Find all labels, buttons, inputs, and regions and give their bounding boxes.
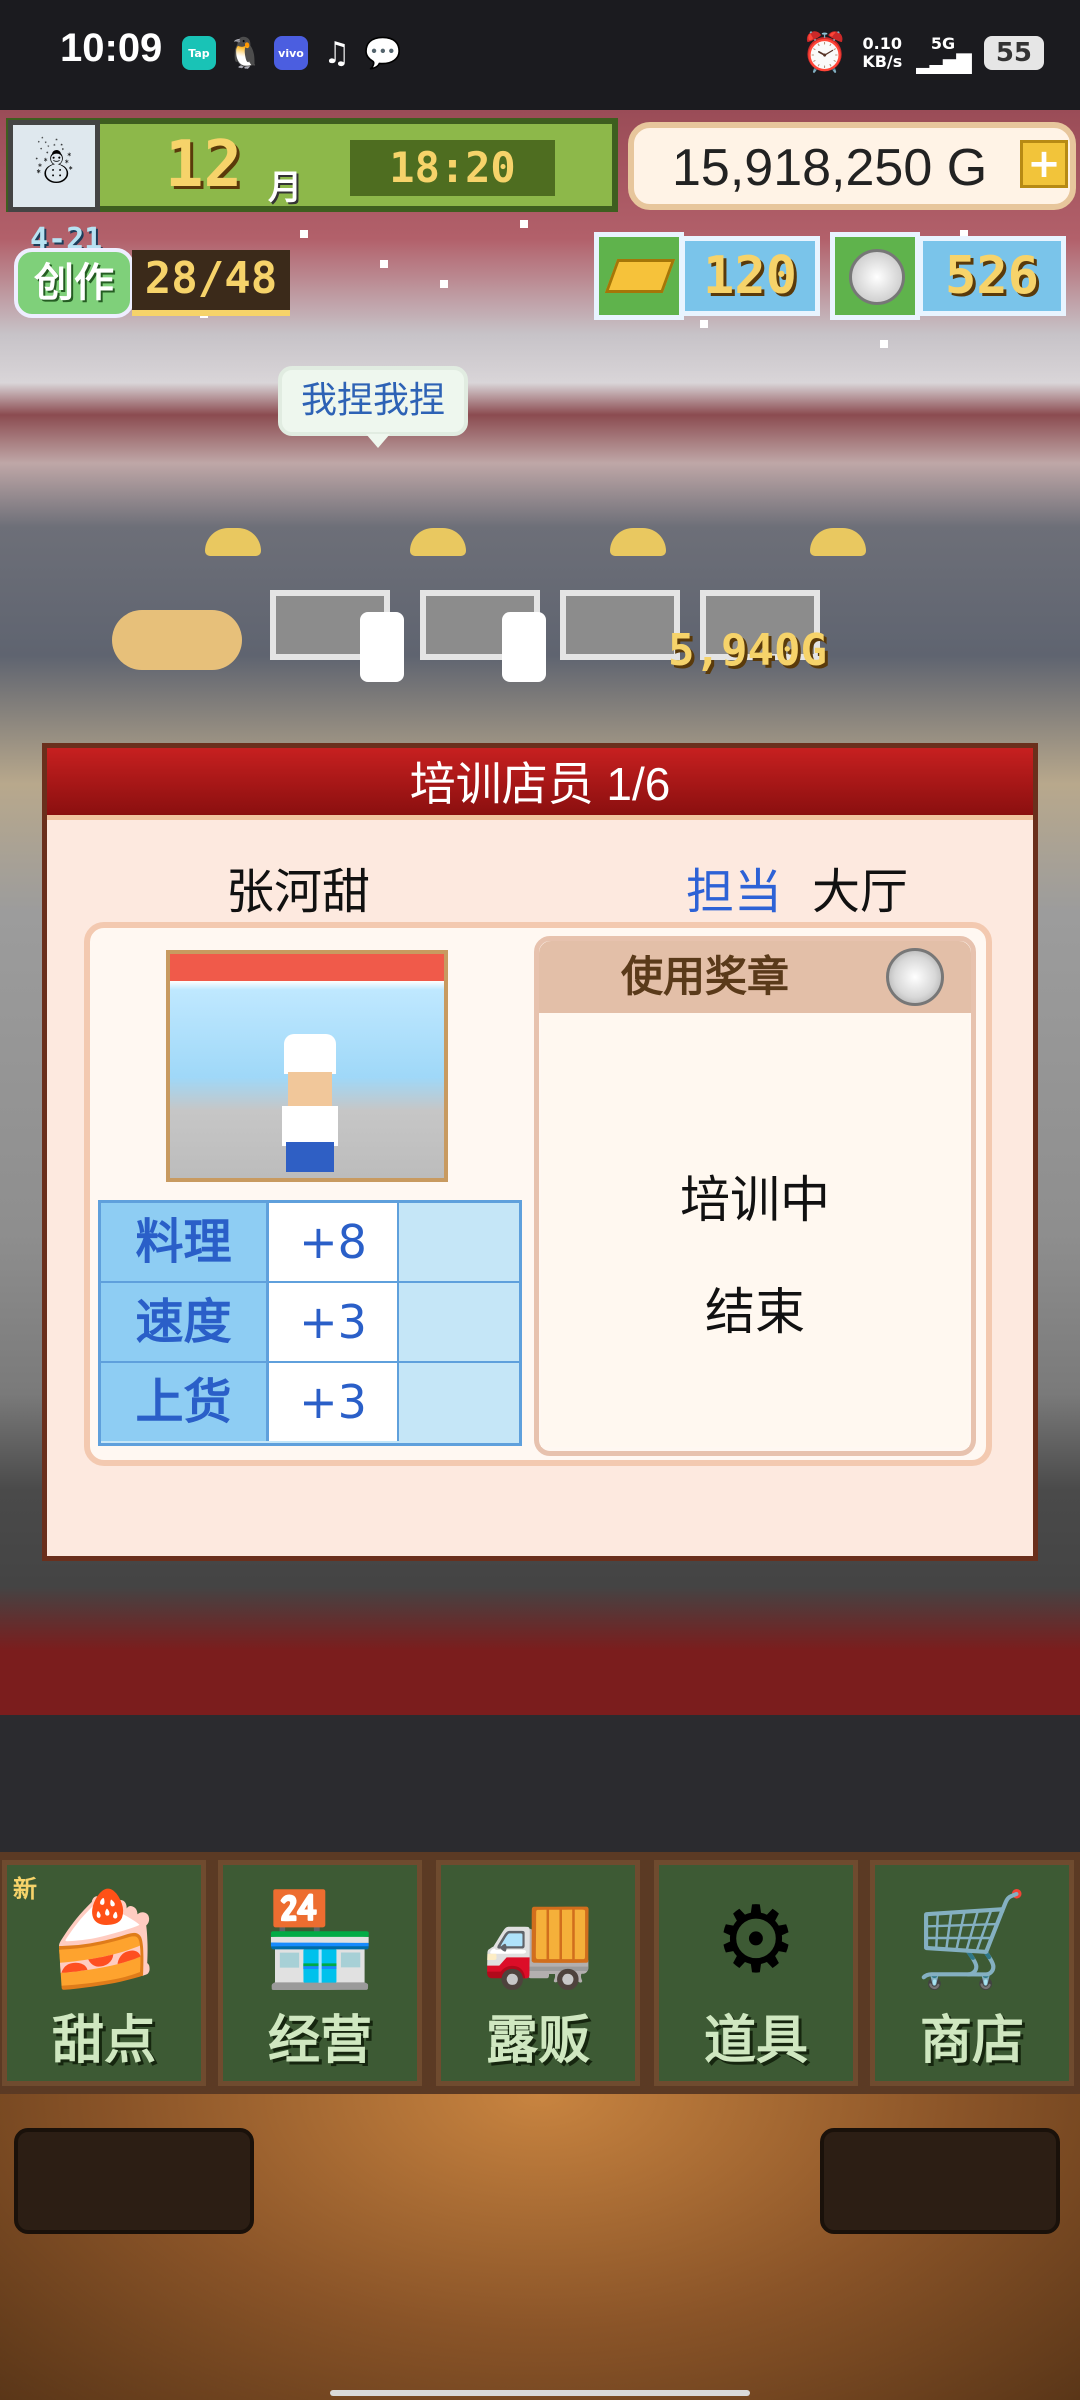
footer-left-button[interactable]: [14, 2128, 254, 2234]
stat-row-cooking: 料理 +8: [101, 1203, 519, 1283]
footer-right-button[interactable]: [820, 2128, 1060, 2234]
stat-name: 速度: [101, 1283, 269, 1361]
earnings-popup: 5,940G: [668, 625, 827, 676]
nav-label: 露贩: [485, 2011, 590, 2071]
qq-app-icon: 🐧: [226, 35, 264, 71]
wechat-app-icon: 💬: [364, 35, 402, 71]
staff-name: 张河甜: [226, 864, 371, 920]
status-bar: 10:09 Tap 🐧 vivo ♫ 💬 ⏰ 0.10 KB/s 5G ▂▃▅▇…: [0, 0, 1080, 110]
nav-store[interactable]: 🛒 商店: [870, 1860, 1074, 2086]
stat-name: 料理: [101, 1203, 269, 1281]
gear-bag-icon: ⚙: [714, 1886, 798, 1993]
stat-row-restock: 上货 +3: [101, 1363, 519, 1443]
nav-management[interactable]: 🏪 经营: [218, 1860, 422, 2086]
cake-icon: 🍰: [46, 1886, 162, 1993]
medal-count: 526: [918, 236, 1066, 316]
medal-icon: [886, 948, 944, 1006]
home-indicator[interactable]: [330, 2390, 750, 2396]
alarm-icon: ⏰: [800, 30, 849, 74]
stat-value: +3: [269, 1363, 399, 1441]
chef-character-icon: [502, 612, 546, 682]
status-right: ⏰ 0.10 KB/s 5G ▂▃▅▇ 55: [801, 30, 1044, 75]
nav-items[interactable]: ⚙ 道具: [654, 1860, 858, 2086]
finish-button[interactable]: 结束: [541, 1272, 969, 1344]
chef-character-icon: [360, 612, 404, 682]
gold-bar-count: 120: [680, 236, 820, 316]
stat-name: 上货: [101, 1363, 269, 1441]
money-value: 15,918,250 G: [672, 139, 988, 197]
shopping-cart-icon: 🛒: [914, 1886, 1030, 1993]
gold-bar-icon: [594, 232, 684, 320]
assignment-value: 大厅: [812, 864, 909, 920]
net-speed: 0.10 KB/s: [862, 33, 903, 71]
speech-bubble: 我捏我捏: [278, 366, 468, 448]
training-status: 培训中: [680, 1171, 830, 1229]
stat-row-speed: 速度 +3: [101, 1283, 519, 1363]
stat-value: +3: [269, 1283, 399, 1361]
battery-icon: 55: [983, 35, 1044, 70]
stat-table: 料理 +8 速度 +3 上货 +3: [98, 1200, 522, 1446]
add-money-button[interactable]: +: [1020, 140, 1068, 188]
net-speed-value: 0.10: [862, 33, 903, 53]
medal-coin-icon: [830, 232, 920, 320]
nav-desserts[interactable]: 新 🍰 甜点: [2, 1860, 206, 2086]
new-badge: 新: [13, 1875, 37, 1903]
nav-label: 商店: [919, 2011, 1024, 2071]
bread-display-icon: [112, 610, 242, 670]
food-truck-icon: 🚚: [480, 1886, 596, 1993]
signal-icon: 5G ▂▃▅▇: [916, 33, 972, 74]
month-value: 12: [165, 128, 243, 202]
create-label[interactable]: 创作: [14, 248, 134, 318]
nav-food-truck[interactable]: 🚚 露贩: [436, 1860, 640, 2086]
month-unit: 月: [268, 168, 302, 208]
snowman-avatar-icon[interactable]: ☃: [8, 120, 100, 212]
game-clock: 18:20: [350, 140, 555, 196]
staff-portrait: [166, 950, 448, 1182]
nav-label: 经营: [267, 2011, 372, 2071]
stat-value: +8: [269, 1203, 399, 1281]
create-count: 28/48: [132, 250, 290, 316]
vivo-app-icon: vivo: [274, 36, 308, 70]
shop-building-icon: 🏪: [262, 1886, 378, 1993]
nav-label: 道具: [703, 2011, 808, 2071]
dialog-title: 培训店员 1/6: [47, 748, 1033, 820]
nav-label: 甜点: [51, 2011, 156, 2071]
tiktok-app-icon: ♫: [323, 35, 351, 71]
display-case: [560, 590, 680, 660]
net-speed-unit: KB/s: [862, 51, 903, 71]
tap-app-icon: Tap: [182, 36, 216, 70]
status-time: 10:09: [60, 26, 163, 70]
assignment-label: 担当: [686, 864, 783, 920]
